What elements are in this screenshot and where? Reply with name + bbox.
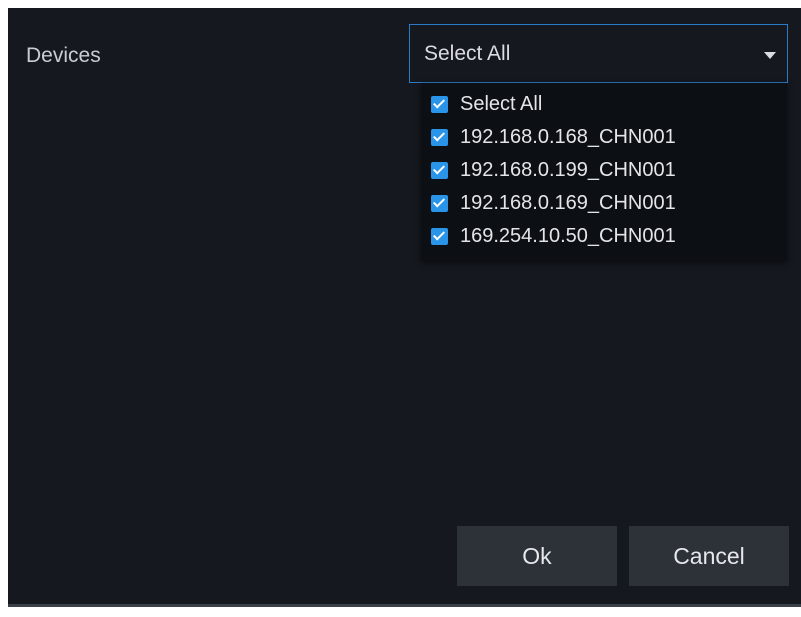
devices-label: Devices bbox=[26, 44, 101, 67]
ok-button[interactable]: Ok bbox=[457, 526, 617, 586]
option-select-all[interactable]: Select All bbox=[431, 90, 542, 118]
cancel-button[interactable]: Cancel bbox=[629, 526, 789, 586]
caret-down-icon bbox=[764, 52, 776, 59]
option-label: 192.168.0.199_CHN001 bbox=[460, 158, 676, 181]
checkbox-checked-icon[interactable] bbox=[431, 95, 448, 113]
option-device-2[interactable]: 192.168.0.199_CHN001 bbox=[431, 156, 676, 184]
option-device-1[interactable]: 192.168.0.168_CHN001 bbox=[431, 123, 676, 151]
devices-select-value: Select All bbox=[424, 42, 511, 65]
option-device-4[interactable]: 169.254.10.50_CHN001 bbox=[431, 222, 676, 250]
checkbox-checked-icon[interactable] bbox=[431, 161, 448, 179]
option-label: 192.168.0.169_CHN001 bbox=[460, 191, 676, 214]
option-label: 192.168.0.168_CHN001 bbox=[460, 125, 676, 148]
option-label: Select All bbox=[460, 92, 543, 115]
checkbox-checked-icon[interactable] bbox=[431, 194, 448, 212]
option-label: 169.254.10.50_CHN001 bbox=[460, 224, 676, 247]
checkbox-checked-icon[interactable] bbox=[431, 128, 448, 146]
option-device-3[interactable]: 192.168.0.169_CHN001 bbox=[431, 189, 676, 217]
checkbox-checked-icon[interactable] bbox=[431, 227, 448, 245]
devices-dropdown-list: Select All 192.168.0.168_CHN001 192.168.… bbox=[421, 83, 787, 261]
dialog-bottom-border bbox=[8, 604, 801, 607]
devices-select[interactable]: Select All bbox=[409, 24, 788, 83]
